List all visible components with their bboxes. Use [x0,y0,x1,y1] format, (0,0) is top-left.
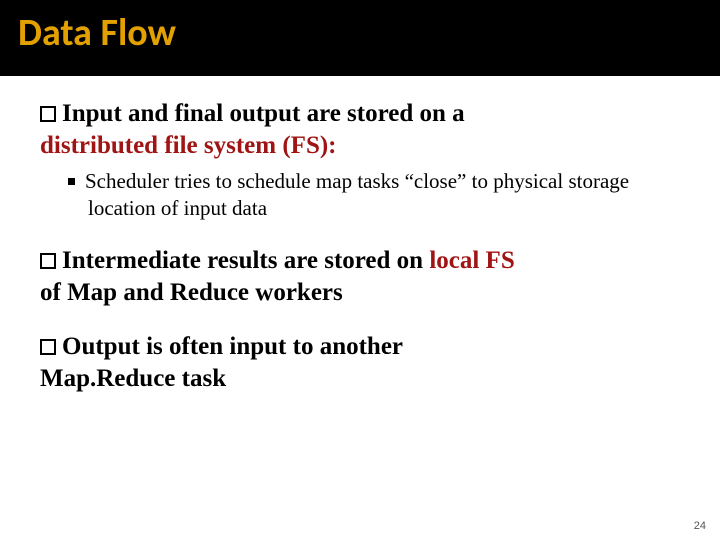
b1-sub-text: Scheduler tries to schedule map tasks “c… [85,169,629,220]
bullet-2: Intermediate results are stored on local… [40,245,680,309]
b2-prefix: Intermediate results [62,247,277,274]
slide-body: Input and final output are stored on a d… [0,76,720,395]
square-bullet-icon [40,339,56,355]
slide-title: Data Flow [18,10,702,56]
small-square-icon [68,178,75,185]
slide: Data Flow Input and final output are sto… [0,0,720,540]
b3-prefix: Output [62,333,140,360]
bullet-2-text: Intermediate results are stored on local… [40,245,680,309]
b1-prefix: Input and final output [62,100,300,127]
b3-middle: is often input to another [140,333,403,360]
b2-accent: local FS [429,247,514,274]
title-band: Data Flow [0,0,720,76]
bullet-3-text: Output is often input to another Map.Red… [40,331,680,395]
bullet-1: Input and final output are stored on a d… [40,98,680,223]
bullet-1-text: Input and final output are stored on a d… [40,98,680,162]
page-number: 24 [694,520,706,532]
bullet-1-sub: Scheduler tries to schedule map tasks “c… [40,168,680,223]
square-bullet-icon [40,253,56,269]
b2-middle: are stored on [277,247,429,274]
b3-rest: Map.Reduce task [40,365,226,392]
bullet-3: Output is often input to another Map.Red… [40,331,680,395]
b2-rest: of Map and Reduce workers [40,279,343,306]
b1-middle: are stored on a [300,100,464,127]
square-bullet-icon [40,106,56,122]
b1-accent: distributed file system (FS): [40,132,337,159]
